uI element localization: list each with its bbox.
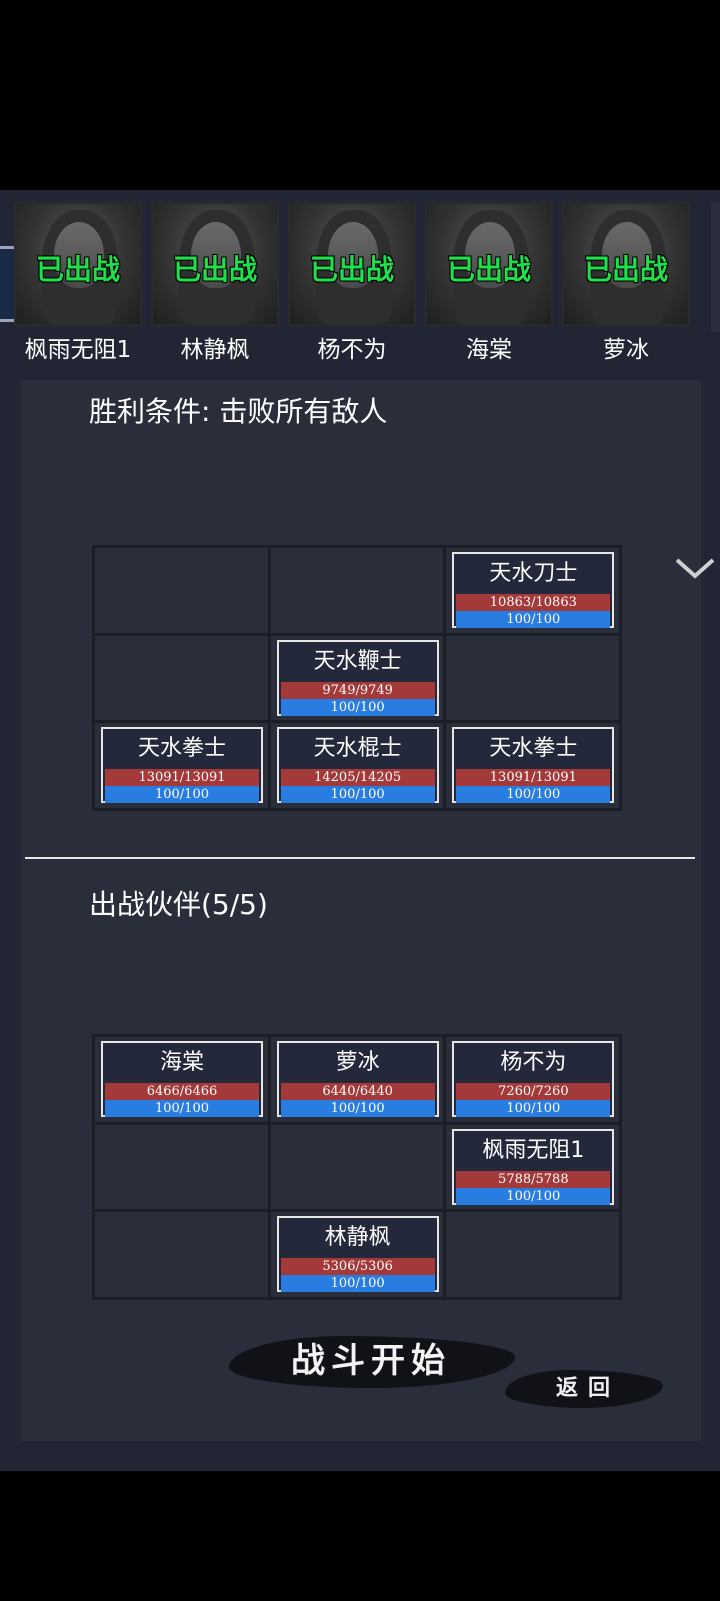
unit-name: 天水刀士 xyxy=(489,561,578,586)
hp-bar: 6466/6466 xyxy=(105,1083,259,1100)
hero-portrait[interactable]: 已出战 xyxy=(425,202,553,326)
hp-bar: 5306/5306 xyxy=(280,1258,435,1276)
hero-name: 萝冰 xyxy=(603,337,649,363)
hp-bar: 7260/7260 xyxy=(456,1083,611,1100)
battle-panel: 胜利条件: 击败所有敌人 天水刀士 10863/10863 100/100 天水鞭士 9… xyxy=(21,380,715,1441)
deployed-badge: 已出战 xyxy=(172,253,257,286)
partners-title: 出战伙伴(5/5) xyxy=(89,888,268,921)
formation-slot[interactable]: 天水鞭士 9749/9749 100/100 xyxy=(270,635,444,721)
mp-bar: 100/100 xyxy=(280,1275,435,1293)
formation-slot[interactable] xyxy=(446,635,619,721)
hp-bar: 14205/14205 xyxy=(280,769,435,787)
hp-bar: 6440/6440 xyxy=(280,1083,435,1100)
hp-bar: 5788/5788 xyxy=(456,1170,611,1188)
unit-card[interactable]: 林静枫 5306/5306 100/100 xyxy=(276,1216,439,1293)
deployed-badge: 已出战 xyxy=(446,253,531,286)
hero-portrait[interactable]: 已出战 xyxy=(562,202,690,326)
formation-slot[interactable]: 海棠 6466/6466 100/100 xyxy=(95,1037,268,1122)
unit-name: 枫雨无阻1 xyxy=(482,1137,585,1163)
hero-portrait[interactable]: 已出战 xyxy=(151,202,279,326)
formation-slot[interactable]: 枫雨无阻1 5788/5788 100/100 xyxy=(446,1124,619,1210)
victory-condition-title: 胜利条件: 击败所有敌人 xyxy=(89,395,388,428)
hero-name: 海棠 xyxy=(466,337,512,363)
unit-name: 天水拳士 xyxy=(489,736,578,762)
app-screen: 已出战 枫雨无阻1 已出战 林静枫 已出战 杨不为 已出战 海棠 已出战 萝冰 xyxy=(0,190,720,1471)
unit-name: 天水鞭士 xyxy=(313,648,402,674)
formation-slot[interactable]: 林静枫 5306/5306 100/100 xyxy=(270,1212,444,1297)
unit-card[interactable]: 天水刀士 10863/10863 100/100 xyxy=(452,552,615,628)
unit-name: 杨不为 xyxy=(500,1050,567,1075)
unit-card[interactable]: 萝冰 6440/6440 100/100 xyxy=(276,1041,439,1117)
formation-slot[interactable]: 天水棍士 14205/14205 100/100 xyxy=(270,723,444,808)
formation-slot[interactable]: 天水拳士 13091/13091 100/100 xyxy=(95,723,268,808)
hero-name: 杨不为 xyxy=(317,337,387,363)
mp-bar: 100/100 xyxy=(456,611,611,628)
unit-card[interactable]: 天水拳士 13091/13091 100/100 xyxy=(101,727,263,804)
unit-name: 海棠 xyxy=(159,1050,204,1075)
unit-name: 林静枫 xyxy=(324,1225,391,1251)
hero-portrait[interactable]: 已出战 xyxy=(14,202,142,326)
mp-bar: 100/100 xyxy=(456,1100,611,1117)
unit-card[interactable]: 枫雨无阻1 5788/5788 100/100 xyxy=(452,1128,615,1205)
formation-slot[interactable]: 天水拳士 13091/13091 100/100 xyxy=(446,723,619,808)
hero-portrait[interactable]: 已出战 xyxy=(288,202,416,326)
mp-bar: 100/100 xyxy=(105,1100,259,1117)
mp-bar: 100/100 xyxy=(105,786,259,804)
hp-bar: 9749/9749 xyxy=(280,681,435,699)
mp-bar: 100/100 xyxy=(280,698,435,716)
formation-slot[interactable]: 杨不为 7260/7260 100/100 xyxy=(446,1037,619,1122)
hp-bar: 13091/13091 xyxy=(105,769,259,787)
unit-card[interactable]: 杨不为 7260/7260 100/100 xyxy=(452,1041,615,1117)
hp-bar: 13091/13091 xyxy=(456,769,611,787)
start-battle-button[interactable]: 战斗开始 xyxy=(246,1328,496,1394)
enemy-formation-grid: 天水刀士 10863/10863 100/100 天水鞭士 9749/9749 100/1… xyxy=(92,545,622,811)
partner-formation-grid: 海棠 6466/6466 100/100 萝冰 6440/6440 100/100 杨不为 7… xyxy=(92,1034,622,1300)
hero-roster: 已出战 枫雨无阻1 已出战 林静枫 已出战 杨不为 已出战 海棠 已出战 萝冰 xyxy=(0,190,720,370)
section-divider xyxy=(25,857,695,859)
formation-slot[interactable] xyxy=(95,635,268,721)
unit-name: 天水棍士 xyxy=(313,736,402,762)
formation-slot[interactable]: 萝冰 6440/6440 100/100 xyxy=(270,1037,444,1122)
unit-card[interactable]: 天水拳士 13091/13091 100/100 xyxy=(452,727,615,804)
scroll-right-edge xyxy=(711,202,720,332)
deployed-badge: 已出战 xyxy=(583,253,668,286)
unit-card[interactable]: 天水棍士 14205/14205 100/100 xyxy=(276,727,439,804)
mp-bar: 100/100 xyxy=(456,1187,611,1205)
mp-bar: 100/100 xyxy=(280,1100,435,1117)
formation-slot[interactable] xyxy=(95,548,268,633)
collapse-chevron-icon[interactable] xyxy=(673,556,717,580)
unit-name: 天水拳士 xyxy=(137,736,226,762)
formation-slot[interactable] xyxy=(95,1124,268,1210)
mp-bar: 100/100 xyxy=(280,786,435,804)
mp-bar: 100/100 xyxy=(456,786,611,804)
unit-card[interactable]: 天水鞭士 9749/9749 100/100 xyxy=(276,639,439,716)
formation-slot[interactable] xyxy=(270,548,444,633)
hp-bar: 10863/10863 xyxy=(456,594,611,611)
deployed-badge: 已出战 xyxy=(35,253,120,286)
back-button[interactable]: 返回 xyxy=(518,1365,658,1411)
hero-name: 林静枫 xyxy=(180,337,250,363)
deployed-badge: 已出战 xyxy=(309,253,394,286)
formation-slot[interactable]: 天水刀士 10863/10863 100/100 xyxy=(446,548,619,633)
unit-card[interactable]: 海棠 6466/6466 100/100 xyxy=(101,1041,263,1117)
hero-name: 枫雨无阻1 xyxy=(24,337,132,363)
formation-slot[interactable] xyxy=(446,1212,619,1297)
formation-slot[interactable] xyxy=(270,1124,444,1210)
formation-slot[interactable] xyxy=(95,1212,268,1297)
unit-name: 萝冰 xyxy=(335,1050,380,1075)
